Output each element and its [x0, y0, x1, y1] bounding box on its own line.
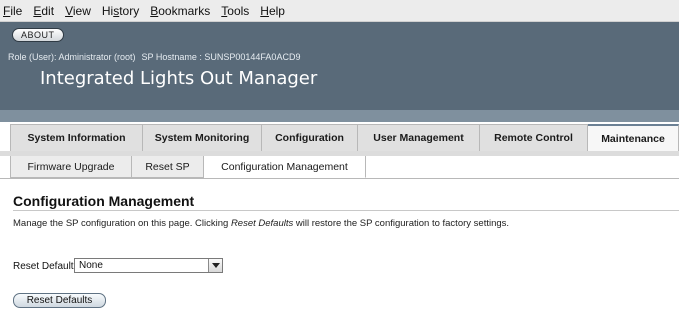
tab-configuration[interactable]: Configuration: [262, 124, 358, 151]
dropdown-arrow-icon: [208, 259, 222, 272]
browser-menubar: File Edit View History Bookmarks Tools H…: [0, 0, 679, 22]
primary-tabs: System Information System Monitoring Con…: [10, 124, 679, 151]
reset-defaults-value: None: [79, 260, 103, 271]
tab-maintenance[interactable]: Maintenance: [588, 124, 679, 151]
subtab-reset-sp[interactable]: Reset SP: [132, 156, 204, 178]
masthead-stripe: [0, 110, 679, 122]
reset-defaults-button[interactable]: Reset Defaults: [13, 293, 106, 308]
subtab-configuration-management[interactable]: Configuration Management: [204, 156, 366, 178]
tab-remote-control[interactable]: Remote Control: [480, 124, 588, 151]
masthead: ABOUT Role (User): Administrator (root) S…: [0, 22, 679, 122]
secondary-tabs: Firmware Upgrade Reset SP Configuration …: [10, 156, 366, 178]
reset-defaults-label: Reset Defaults:: [13, 261, 82, 272]
menu-help[interactable]: Help: [260, 0, 285, 22]
subtab-firmware-upgrade[interactable]: Firmware Upgrade: [11, 156, 132, 178]
help-text: Manage the SP configuration on this page…: [13, 218, 510, 229]
menu-view[interactable]: View: [65, 0, 91, 22]
page-title: Configuration Management: [13, 193, 195, 209]
title-divider: [13, 210, 679, 211]
menu-tools[interactable]: Tools: [221, 0, 249, 22]
subtab-rule: [0, 178, 679, 179]
user-info: Role (User): Administrator (root) SP Host…: [8, 52, 300, 62]
reset-defaults-select[interactable]: None: [74, 258, 223, 273]
tab-user-management[interactable]: User Management: [358, 124, 480, 151]
menu-edit[interactable]: Edit: [33, 0, 54, 22]
product-title: Integrated Lights Out Manager: [40, 68, 318, 89]
menu-history[interactable]: History: [102, 0, 139, 22]
menu-file[interactable]: File: [3, 0, 22, 22]
hostname-text: SP Hostname : SUNSP00144FA0ACD9: [141, 52, 301, 62]
tab-system-monitoring[interactable]: System Monitoring: [143, 124, 262, 151]
role-text: Role (User): Administrator (root): [8, 52, 136, 62]
about-button[interactable]: ABOUT: [12, 28, 64, 42]
menu-bookmarks[interactable]: Bookmarks: [150, 0, 210, 22]
tab-system-information[interactable]: System Information: [11, 124, 143, 151]
